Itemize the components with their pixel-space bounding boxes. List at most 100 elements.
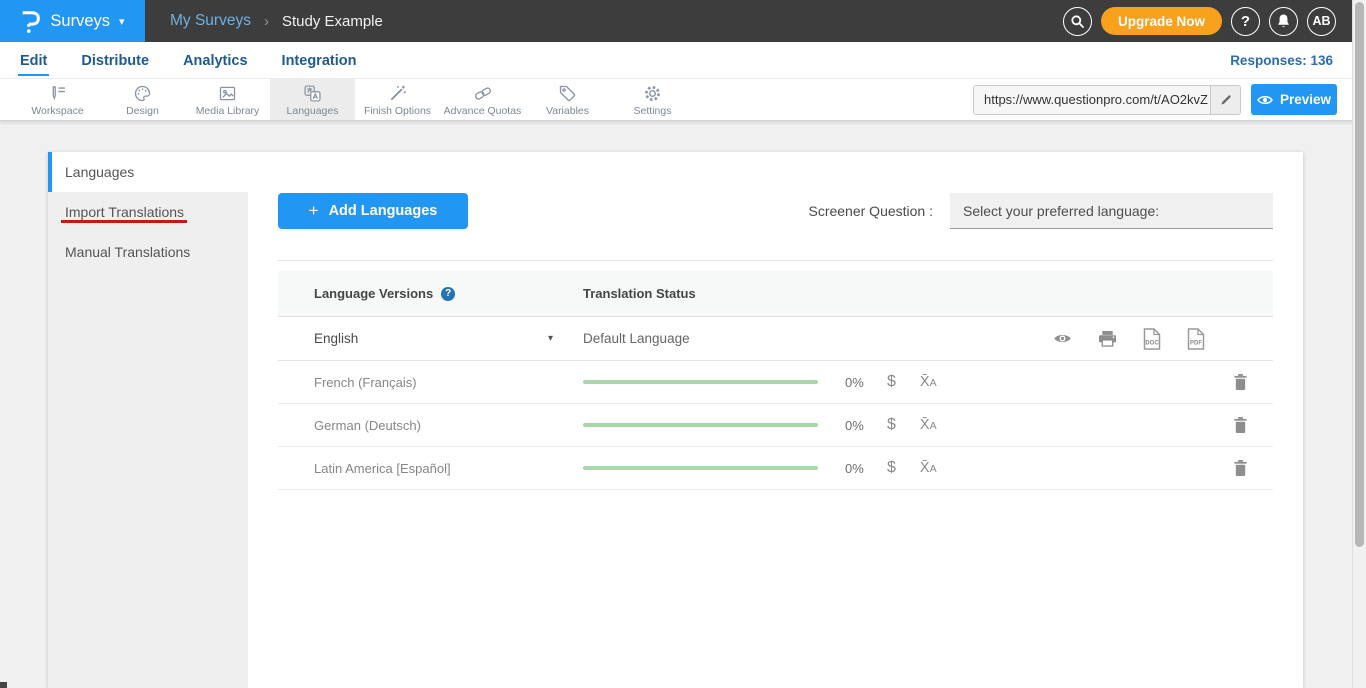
delete-language-button[interactable] — [1233, 416, 1248, 434]
col-language-versions: Language Versions — [314, 286, 433, 301]
top-bar: Surveys ▾ My Surveys › Study Example Upg… — [0, 0, 1366, 42]
delete-language-button[interactable] — [1233, 373, 1248, 391]
annotation-red-underline — [61, 220, 187, 223]
survey-url-field[interactable]: https://www.questionpro.com/t/AO2kvZ — [973, 85, 1241, 115]
translate-icon[interactable]: X̄A — [920, 374, 937, 390]
pencil-icon — [1219, 93, 1233, 107]
notifications-button[interactable] — [1269, 7, 1298, 36]
tab-distribute[interactable]: Distribute — [79, 45, 151, 76]
avatar-initials: AB — [1312, 14, 1330, 28]
translation-percent: 0% — [845, 375, 867, 390]
table-row-latin-america: Latin America [Español] 0% $ X̄A — [278, 447, 1273, 490]
sidebar-header-languages: Languages — [48, 152, 248, 192]
languages-panel: Languages Import Translations Manual Tra… — [48, 152, 1303, 688]
advance-quotas-icon — [472, 83, 494, 104]
workspace-icon — [47, 83, 68, 104]
default-language-status: Default Language — [583, 331, 690, 346]
question-mark-icon: ? — [1241, 13, 1250, 30]
translation-percent: 0% — [845, 418, 867, 433]
tab-analytics[interactable]: Analytics — [181, 45, 249, 76]
tab-integration[interactable]: Integration — [280, 45, 359, 76]
screener-question-label: Screener Question : — [808, 203, 933, 219]
upgrade-now-button[interactable]: Upgrade Now — [1101, 7, 1222, 35]
survey-url-value[interactable]: https://www.questionpro.com/t/AO2kvZ — [974, 92, 1210, 107]
table-row-french: French (Français) 0% $ X̄A — [278, 361, 1273, 404]
section-divider — [278, 260, 1273, 261]
toolbar-item-finish-options[interactable]: Finish Options — [355, 79, 440, 120]
table-row-default-language: English ▾ Default Language — [278, 317, 1273, 361]
translation-percent: 0% — [845, 461, 867, 476]
design-icon — [132, 83, 153, 104]
table-header-row: Language Versions ? Translation Status — [278, 271, 1273, 317]
languages-icon — [302, 83, 323, 104]
translation-progress-bar — [583, 423, 818, 427]
default-language-select[interactable]: English — [314, 331, 358, 346]
order-translation-icon[interactable]: $ — [887, 373, 896, 391]
delete-language-button[interactable] — [1233, 459, 1248, 477]
preview-button[interactable]: Preview — [1251, 84, 1337, 115]
breadcrumb: My Surveys › Study Example — [170, 12, 383, 30]
plus-icon: + — [309, 201, 319, 221]
help-button[interactable]: ? — [1231, 7, 1260, 36]
survey-tab-bar: Edit Distribute Analytics Integration Re… — [0, 42, 1366, 79]
language-name: French (Français) — [314, 375, 417, 390]
toolbar-right: https://www.questionpro.com/t/AO2kvZ Pre… — [973, 79, 1337, 120]
eye-icon — [1257, 94, 1273, 106]
screener-question-select[interactable]: Select your preferred language: — [950, 193, 1273, 229]
edit-toolbar: Workspace Design Media Library — [0, 79, 1366, 121]
export-pdf-icon[interactable]: PDF — [1187, 328, 1205, 350]
settings-icon — [642, 83, 663, 104]
toolbar-item-media-library[interactable]: Media Library — [185, 79, 270, 120]
view-icon[interactable] — [1053, 332, 1072, 345]
order-translation-icon[interactable]: $ — [887, 416, 896, 434]
chevron-down-icon[interactable]: ▾ — [548, 333, 553, 344]
toolbar-item-variables[interactable]: Variables — [525, 79, 610, 120]
breadcrumb-current: Study Example — [282, 13, 383, 30]
svg-text:PDF: PDF — [1190, 340, 1202, 346]
toolbar-item-design[interactable]: Design — [100, 79, 185, 120]
avatar[interactable]: AB — [1307, 7, 1336, 36]
breadcrumb-my-surveys[interactable]: My Surveys — [170, 12, 251, 30]
sidebar-item-manual-translations[interactable]: Manual Translations — [48, 232, 248, 272]
screener-question-group: Screener Question : Select your preferre… — [808, 193, 1273, 229]
chevron-down-icon: ▾ — [119, 15, 125, 28]
language-name: German (Deutsch) — [314, 418, 421, 433]
brand-label: Surveys — [50, 12, 110, 31]
translation-progress-bar — [583, 380, 818, 384]
toolbar-item-workspace[interactable]: Workspace — [15, 79, 100, 120]
variables-icon — [557, 83, 578, 104]
search-icon — [1070, 14, 1085, 29]
languages-sidebar: Languages Import Translations Manual Tra… — [48, 152, 248, 688]
col-translation-status: Translation Status — [583, 286, 696, 301]
topbar-actions: Upgrade Now ? AB — [1063, 7, 1336, 36]
search-button[interactable] — [1063, 7, 1092, 36]
page-scrollbar[interactable] — [1352, 0, 1366, 688]
responses-count[interactable]: Responses: 136 — [1230, 53, 1333, 68]
print-icon[interactable] — [1098, 330, 1117, 347]
svg-text:DOC: DOC — [1145, 340, 1159, 346]
toolbar-item-settings[interactable]: Settings — [610, 79, 695, 120]
toolbar-item-languages[interactable]: Languages — [270, 79, 355, 120]
order-translation-icon[interactable]: $ — [887, 459, 896, 477]
toolbar-item-advance-quotas[interactable]: Advance Quotas — [440, 79, 525, 120]
language-name: Latin America [Español] — [314, 461, 451, 476]
translate-icon[interactable]: X̄A — [920, 417, 937, 433]
sidebar-item-import-translations[interactable]: Import Translations — [48, 192, 248, 232]
translation-progress-bar — [583, 466, 818, 470]
questionpro-logo-icon — [20, 9, 41, 34]
language-versions-table: Language Versions ? Translation Status E… — [278, 271, 1273, 490]
help-icon[interactable]: ? — [441, 287, 455, 301]
surveys-menu-button[interactable]: Surveys ▾ — [0, 0, 145, 42]
add-languages-button[interactable]: + Add Languages — [278, 193, 468, 229]
screen-corner-artifact — [0, 682, 7, 688]
edit-url-button[interactable] — [1210, 86, 1240, 114]
breadcrumb-separator-icon: › — [264, 13, 269, 30]
media-library-icon — [217, 83, 238, 104]
translate-icon[interactable]: X̄A — [920, 460, 937, 476]
scrollbar-thumb[interactable] — [1355, 2, 1364, 547]
languages-content: + Add Languages Screener Question : Sele… — [248, 152, 1303, 688]
export-doc-icon[interactable]: DOC — [1143, 328, 1161, 350]
finish-options-icon — [387, 83, 408, 104]
table-row-german: German (Deutsch) 0% $ X̄A — [278, 404, 1273, 447]
tab-edit[interactable]: Edit — [18, 45, 49, 76]
